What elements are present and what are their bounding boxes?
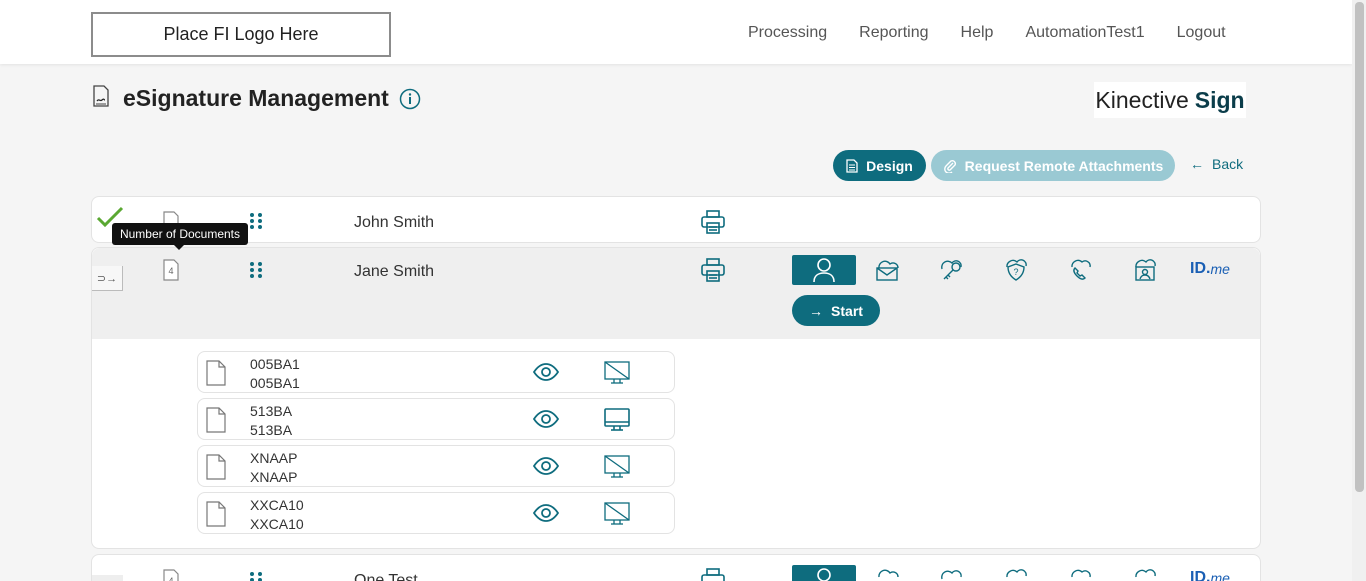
document-code: 513BA <box>250 403 293 419</box>
eye-icon[interactable] <box>532 456 560 476</box>
document-row[interactable]: 005BA1 005BA1 <box>197 351 675 393</box>
paperclip-icon <box>943 159 956 173</box>
brand-text-bold: Sign <box>1194 86 1245 113</box>
top-bar: Place FI Logo Here Processing Reporting … <box>0 0 1352 64</box>
document-code: XNAAP <box>250 450 298 466</box>
idme-main: ID. <box>1190 260 1211 277</box>
idme-main: ID. <box>1190 569 1211 581</box>
signer-name: John Smith <box>354 214 435 231</box>
monitor-disabled-icon[interactable] <box>603 453 631 481</box>
package-row[interactable]: John Smith <box>91 196 1261 243</box>
auth-id-card-cloud-icon[interactable] <box>1131 255 1159 283</box>
file-icon <box>204 500 228 528</box>
document-row[interactable]: XXCA10 XXCA10 <box>197 492 675 534</box>
back-link[interactable]: ← Back <box>1190 156 1243 172</box>
document-names: XNAAP XNAAP <box>250 449 297 487</box>
nav-processing[interactable]: Processing <box>748 24 827 42</box>
svg-text:4: 4 <box>168 576 173 581</box>
file-icon <box>204 359 228 387</box>
monitor-disabled-icon[interactable] <box>603 500 631 528</box>
document-row[interactable]: 513BA 513BA <box>197 398 675 440</box>
document-code: 005BA1 <box>250 356 300 372</box>
document-names: 005BA1 005BA1 <box>250 355 300 393</box>
idme-logo[interactable]: ID. me <box>1190 569 1230 581</box>
drag-handle-icon[interactable] <box>249 261 263 279</box>
document-icon <box>846 158 858 173</box>
main-nav: Processing Reporting Help AutomationTest… <box>748 24 1226 42</box>
page-header: eSignature Management <box>91 84 421 113</box>
auth-key-cloud-icon[interactable] <box>937 255 965 283</box>
package-row[interactable]: 4 One Test ID. me <box>91 554 1261 581</box>
signer-name: One Test <box>354 572 418 581</box>
scrollbar[interactable] <box>1352 0 1366 581</box>
collapse-toggle-icon[interactable]: ⊃→ <box>92 266 123 291</box>
document-row[interactable]: XNAAP XNAAP <box>197 445 675 487</box>
file-icon <box>204 406 228 434</box>
document-code: XXCA10 <box>250 497 304 513</box>
document-title: XNAAP <box>250 469 298 485</box>
nav-reporting[interactable]: Reporting <box>859 24 928 42</box>
auth-security-question-icon[interactable]: ? <box>1002 255 1030 283</box>
document-title: XXCA10 <box>250 516 304 532</box>
document-title: 513BA <box>250 422 293 438</box>
auth-id-card-cloud-icon[interactable] <box>1131 565 1159 581</box>
auth-in-person-button[interactable] <box>792 255 856 285</box>
scrollbar-thumb[interactable] <box>1355 2 1364 492</box>
info-icon[interactable] <box>399 88 421 110</box>
print-icon[interactable] <box>700 567 726 581</box>
nav-help[interactable]: Help <box>961 24 994 42</box>
print-icon[interactable] <box>700 209 726 235</box>
document-title: 005BA1 <box>250 375 300 391</box>
kinective-sign-logo: Kinective Sign <box>1094 82 1246 118</box>
drag-handle-icon[interactable] <box>249 212 263 230</box>
svg-text:4: 4 <box>168 266 173 276</box>
tooltip-number-of-documents: Number of Documents <box>112 223 248 250</box>
eye-icon[interactable] <box>532 362 560 382</box>
start-button[interactable]: → Start <box>792 295 880 326</box>
file-icon <box>204 453 228 481</box>
auth-phone-cloud-icon[interactable] <box>1066 565 1094 581</box>
document-count-icon[interactable]: 4 <box>160 567 182 581</box>
eye-icon[interactable] <box>532 409 560 429</box>
person-icon <box>817 568 831 581</box>
page-title: eSignature Management <box>123 85 389 111</box>
monitor-icon[interactable] <box>603 406 631 434</box>
auth-security-question-icon[interactable] <box>1002 565 1030 581</box>
monitor-disabled-icon[interactable] <box>603 359 631 387</box>
package-row-expanded[interactable]: ⊃→ 4 Jane Smith ? ID. me → Start 005BA1 00… <box>91 247 1261 549</box>
document-names: 513BA 513BA <box>250 402 292 440</box>
nav-user[interactable]: AutomationTest1 <box>1025 24 1144 42</box>
document-names: XXCA10 XXCA10 <box>250 496 304 534</box>
design-button[interactable]: Design <box>833 150 926 181</box>
signature-doc-icon <box>91 84 111 113</box>
drag-handle-icon[interactable] <box>249 571 263 581</box>
print-icon[interactable] <box>700 257 726 283</box>
auth-email-cloud-icon[interactable] <box>873 565 901 581</box>
brand-text: Kinective <box>1095 86 1189 113</box>
arrow-right-icon: → <box>809 302 824 319</box>
idme-suffix: me <box>1210 261 1230 277</box>
idme-suffix: me <box>1210 570 1230 581</box>
auth-in-person-button[interactable] <box>792 565 856 581</box>
eye-icon[interactable] <box>532 503 560 523</box>
nav-logout[interactable]: Logout <box>1177 24 1226 42</box>
request-remote-attachments-button[interactable]: Request Remote Attachments <box>931 150 1175 181</box>
svg-text:?: ? <box>1013 267 1018 277</box>
auth-email-cloud-icon[interactable] <box>873 256 901 282</box>
design-label: Design <box>866 157 913 174</box>
auth-phone-cloud-icon[interactable] <box>1066 255 1094 283</box>
person-icon <box>813 258 835 283</box>
signer-name: Jane Smith <box>354 263 435 280</box>
expand-toggle-icon[interactable] <box>92 575 123 581</box>
idme-logo[interactable]: ID. me <box>1190 260 1230 278</box>
back-label: Back <box>1212 156 1244 172</box>
remote-label: Request Remote Attachments <box>964 157 1164 174</box>
document-count-icon[interactable]: 4 <box>160 257 182 283</box>
auth-key-cloud-icon[interactable] <box>937 565 965 581</box>
fi-logo-placeholder: Place FI Logo Here <box>91 12 391 57</box>
arrow-left-icon: ← <box>1190 156 1204 172</box>
start-label: Start <box>831 302 863 319</box>
